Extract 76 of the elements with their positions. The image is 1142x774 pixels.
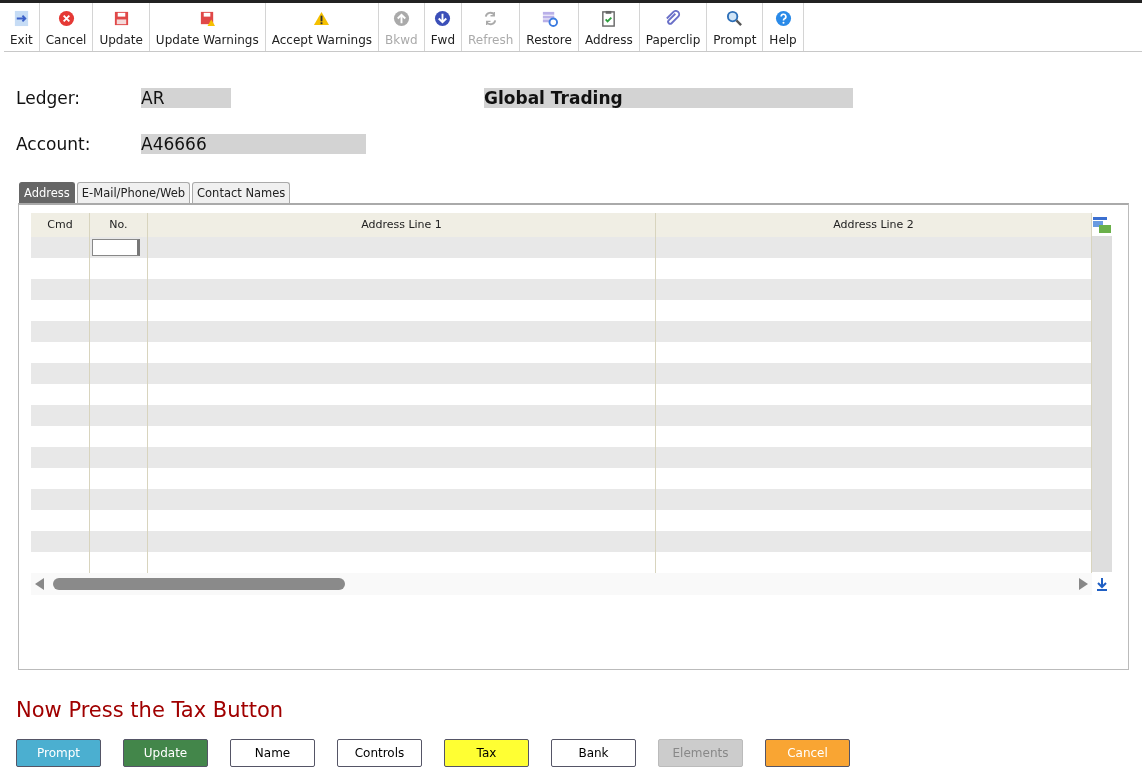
floppy-disk-warning-icon xyxy=(198,10,216,27)
table-cell[interactable] xyxy=(656,363,1092,384)
table-cell[interactable] xyxy=(148,279,656,300)
column-header[interactable]: Address Line 1 xyxy=(148,213,656,237)
table-cell[interactable] xyxy=(31,279,90,300)
toolbar-button[interactable]: Help xyxy=(763,3,804,51)
table-cell[interactable] xyxy=(656,237,1092,258)
table-cell[interactable] xyxy=(31,363,90,384)
table-cell[interactable] xyxy=(656,531,1092,552)
action-button[interactable]: Name xyxy=(230,739,315,767)
download-icon[interactable] xyxy=(1096,577,1108,591)
table-cell[interactable] xyxy=(148,321,656,342)
table-cell[interactable] xyxy=(656,489,1092,510)
ledger-label: Ledger: xyxy=(16,88,82,108)
tab[interactable]: Address xyxy=(19,182,75,203)
exit-icon xyxy=(12,10,30,27)
table-cell[interactable] xyxy=(31,447,90,468)
table-cell[interactable] xyxy=(148,237,656,258)
action-button[interactable]: Controls xyxy=(337,739,422,767)
column-header[interactable]: Cmd xyxy=(31,213,90,237)
toolbar-button[interactable]: Update xyxy=(93,3,150,51)
table-cell[interactable] xyxy=(656,447,1092,468)
column-settings-icon[interactable] xyxy=(1093,217,1111,233)
account-value: A46666 xyxy=(141,134,366,154)
table-cell[interactable] xyxy=(90,405,148,426)
toolbar-button[interactable]: Cancel xyxy=(39,3,94,51)
table-cell[interactable] xyxy=(148,363,656,384)
table-cell[interactable] xyxy=(31,531,90,552)
warning-icon xyxy=(313,10,331,27)
cancel-icon xyxy=(57,10,75,27)
table-cell[interactable] xyxy=(31,321,90,342)
paperclip-icon xyxy=(664,10,682,27)
toolbar-button[interactable]: Paperclip xyxy=(639,3,708,51)
table-cell[interactable] xyxy=(90,279,148,300)
number-input-field[interactable] xyxy=(92,239,140,256)
vertical-scrollbar[interactable] xyxy=(1092,236,1112,572)
action-button[interactable]: Update xyxy=(123,739,208,767)
table-cell[interactable] xyxy=(90,447,148,468)
help-icon xyxy=(774,10,792,27)
search-icon xyxy=(726,10,744,27)
table-cell[interactable] xyxy=(90,363,148,384)
table-cell[interactable] xyxy=(656,405,1092,426)
ledger-value: AR xyxy=(141,88,231,108)
scroll-right-icon[interactable] xyxy=(1078,578,1088,590)
table-cell[interactable] xyxy=(31,405,90,426)
table-cell[interactable] xyxy=(148,531,656,552)
table-cell[interactable] xyxy=(148,489,656,510)
table-cell[interactable] xyxy=(31,489,90,510)
action-button[interactable]: Bank xyxy=(551,739,636,767)
instruction-text: Now Press the Tax Button xyxy=(16,698,285,722)
table-cell[interactable] xyxy=(656,321,1092,342)
table-cell[interactable] xyxy=(90,531,148,552)
ledger-name: Global Trading xyxy=(484,88,853,108)
toolbar-button[interactable]: Update Warnings xyxy=(149,3,266,51)
action-button[interactable]: Tax xyxy=(444,739,529,767)
toolbar-button[interactable]: Address xyxy=(578,3,640,51)
account-label: Account: xyxy=(16,134,92,154)
table-cell[interactable] xyxy=(148,447,656,468)
list-restore-icon xyxy=(540,10,558,27)
scroll-left-icon[interactable] xyxy=(35,578,45,590)
tab[interactable]: Contact Names xyxy=(192,182,291,203)
tab[interactable]: E-Mail/Phone/Web xyxy=(76,182,191,203)
toolbar-button[interactable]: Exit xyxy=(4,3,40,51)
table-cell[interactable] xyxy=(90,489,148,510)
scrollbar-thumb[interactable] xyxy=(53,578,345,590)
table-cell[interactable] xyxy=(148,405,656,426)
toolbar-button[interactable]: Fwd xyxy=(424,3,462,51)
toolbar-button[interactable]: Restore xyxy=(520,3,579,51)
toolbar-button[interactable]: Prompt xyxy=(707,3,764,51)
column-header[interactable]: Address Line 2 xyxy=(656,213,1092,237)
table-cell[interactable] xyxy=(31,237,90,258)
column-header[interactable]: No. xyxy=(90,213,148,237)
table-cell[interactable] xyxy=(656,279,1092,300)
table-cell[interactable] xyxy=(90,321,148,342)
clipboard-check-icon xyxy=(600,10,618,27)
toolbar-button[interactable]: Accept Warnings xyxy=(265,3,380,51)
